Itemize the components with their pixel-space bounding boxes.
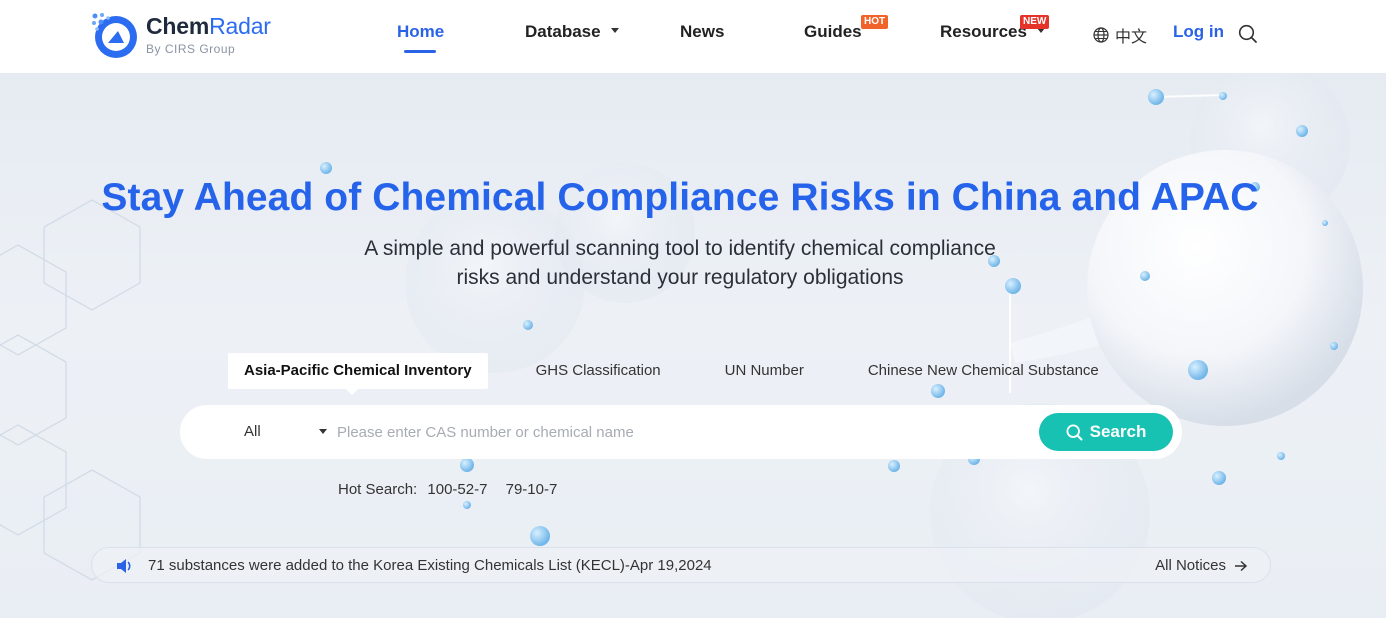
- hero-subtitle-line: A simple and powerful scanning tool to i…: [364, 237, 996, 260]
- hero-subtitle: A simple and powerful scanning tool to i…: [0, 234, 1360, 292]
- hot-search-item[interactable]: 100-52-7: [427, 481, 487, 498]
- hot-badge: HOT: [861, 15, 889, 29]
- logo-subtitle: By CIRS Group: [146, 42, 236, 56]
- logo-name-bold: Chem: [146, 13, 210, 39]
- search-button-label: Search: [1089, 422, 1147, 441]
- search-icon[interactable]: [1238, 24, 1258, 49]
- login-link[interactable]: Log in: [1173, 22, 1224, 42]
- tab-un-number[interactable]: UN Number: [709, 353, 820, 389]
- speaker-icon: [117, 559, 131, 573]
- nav-active-indicator: [404, 50, 436, 53]
- hot-search: Hot Search: 100-52-7 79-10-7: [338, 481, 557, 498]
- hero-title: Stay Ahead of Chemical Compliance Risks …: [101, 176, 1259, 219]
- language-label: 中文: [1115, 29, 1148, 46]
- tab-chinese-new-chemical-substance[interactable]: Chinese New Chemical Substance: [852, 353, 1115, 389]
- site-header: ChemRadar By CIRS Group Home Database Ne…: [0, 0, 1386, 73]
- all-notices-label: All Notices: [1155, 557, 1226, 574]
- chevron-down-icon[interactable]: [319, 429, 327, 434]
- nav-home[interactable]: Home: [397, 22, 444, 44]
- search-bar: All Search: [180, 405, 1182, 459]
- chevron-down-icon: [610, 28, 619, 34]
- arrow-right-icon: [1235, 560, 1248, 571]
- hot-search-label: Hot Search:: [338, 481, 418, 498]
- search-tabs: Asia-Pacific Chemical Inventory GHS Clas…: [228, 353, 1115, 395]
- nav-resources-label: Resources: [940, 22, 1027, 41]
- search-input[interactable]: [337, 419, 1027, 445]
- notice-bar: 71 substances were added to the Korea Ex…: [91, 547, 1271, 583]
- logo-mark-icon: [90, 11, 138, 59]
- new-badge: NEW: [1020, 15, 1050, 29]
- hero-subtitle-line: risks and understand your regulatory obl…: [456, 266, 904, 289]
- nav-guides[interactable]: Guides: [804, 22, 862, 44]
- notice-text[interactable]: 71 substances were added to the Korea Ex…: [148, 557, 712, 574]
- nav-database-label: Database: [525, 22, 601, 41]
- tab-ghs-classification[interactable]: GHS Classification: [520, 353, 677, 389]
- tab-asia-pacific-chemical-inventory[interactable]: Asia-Pacific Chemical Inventory: [228, 353, 488, 395]
- nav-news[interactable]: News: [680, 22, 724, 44]
- globe-icon: [1093, 27, 1109, 43]
- all-notices-link[interactable]: All Notices: [1155, 557, 1248, 574]
- search-scope-select[interactable]: All: [244, 423, 261, 440]
- language-switch[interactable]: 中文: [1093, 23, 1147, 47]
- search-icon: [1066, 423, 1083, 440]
- search-button[interactable]: Search: [1039, 413, 1173, 451]
- chemradar-logo[interactable]: ChemRadar By CIRS Group: [90, 10, 290, 60]
- logo-name-light: Radar: [209, 13, 271, 39]
- hot-search-item[interactable]: 79-10-7: [506, 481, 558, 498]
- hero-section: Stay Ahead of Chemical Compliance Risks …: [0, 73, 1386, 618]
- nav-database[interactable]: Database: [525, 22, 619, 44]
